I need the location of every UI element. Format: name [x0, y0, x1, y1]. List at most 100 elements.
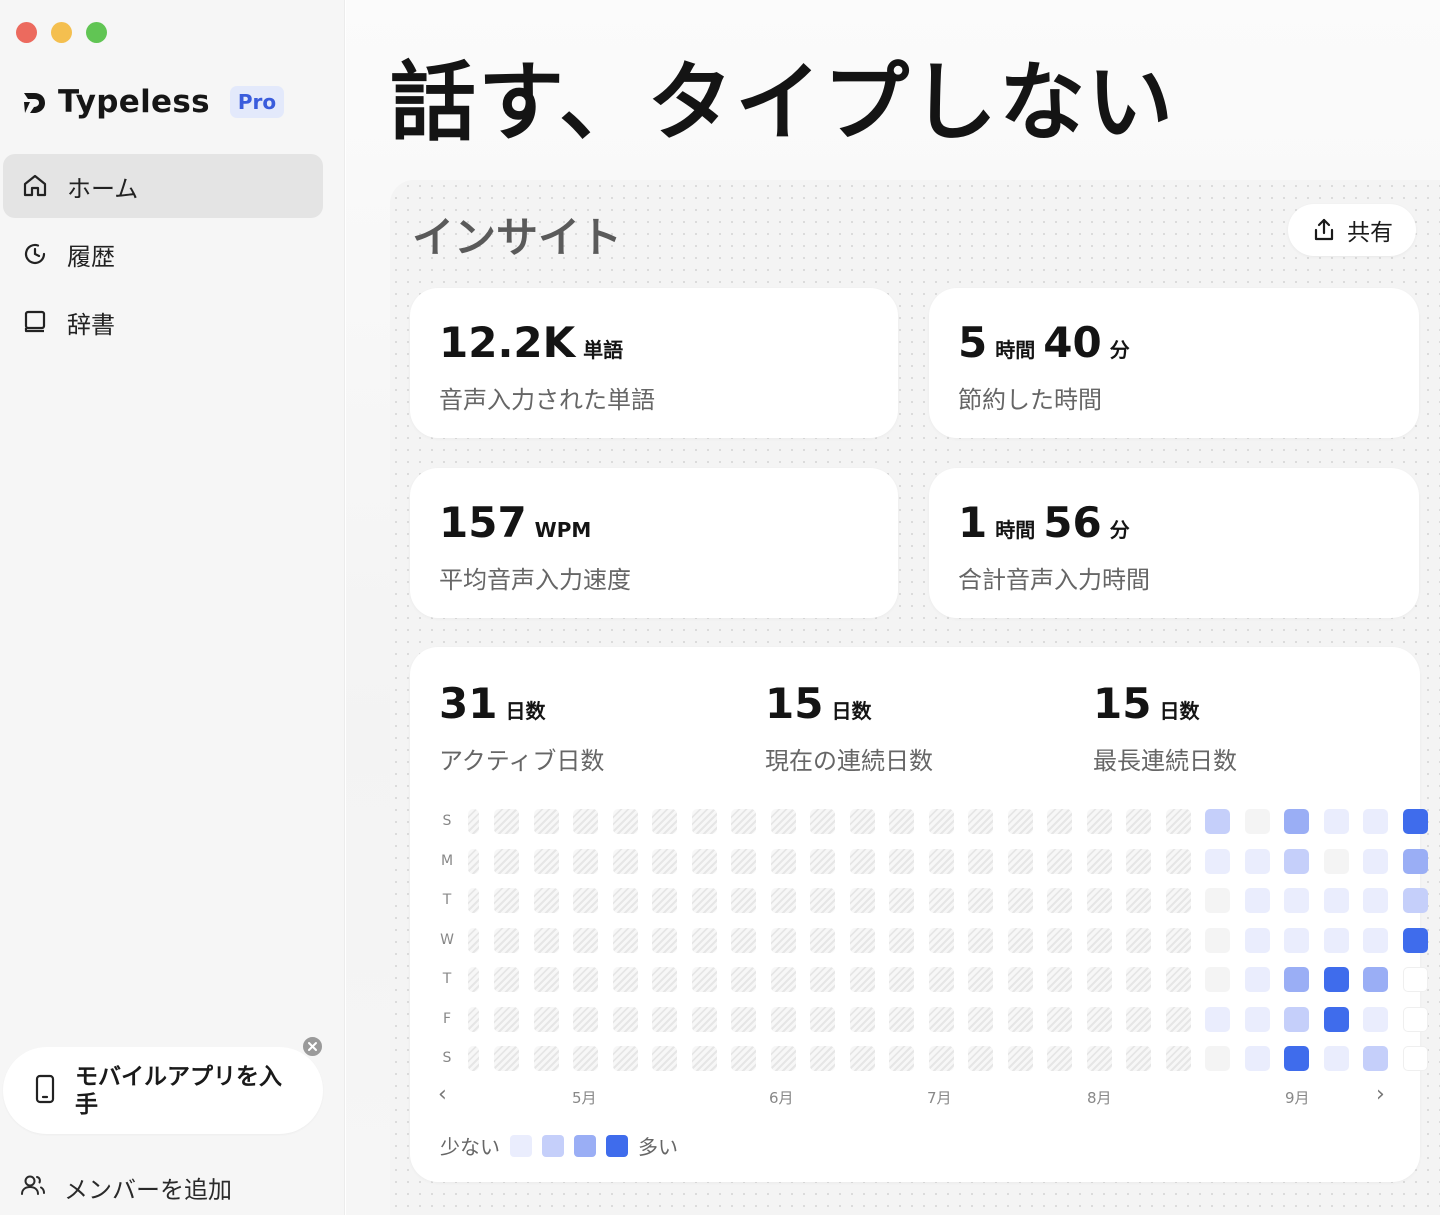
heatmap-cell-empty [968, 809, 993, 834]
stat-unit: 日数 [831, 699, 872, 723]
close-icon [308, 1042, 317, 1051]
heatmap-cell-empty [1007, 927, 1033, 953]
heatmap-cell-empty [573, 927, 598, 953]
heatmap-cell[interactable] [1323, 809, 1349, 834]
sidebar-item-dictionary[interactable]: 辞書 [3, 290, 323, 354]
heatmap-cell-empty [1047, 848, 1072, 874]
heatmap-cell[interactable] [1284, 888, 1309, 913]
minimize-window-button[interactable] [51, 22, 72, 43]
heatmap-cell-empty [612, 1006, 638, 1032]
heatmap-cell[interactable] [1402, 1046, 1428, 1071]
heatmap-cell[interactable] [1244, 888, 1270, 913]
heatmap-cell-empty [889, 1046, 914, 1071]
heatmap-cell[interactable] [1244, 848, 1270, 874]
dictionary-icon [21, 308, 49, 336]
heatmap-cell[interactable] [1244, 809, 1270, 834]
heatmap-cell[interactable] [1363, 1046, 1388, 1071]
heatmap-cell[interactable] [1402, 927, 1428, 953]
heatmap-cell[interactable] [1244, 1046, 1270, 1071]
heatmap-next-button[interactable]: › [1376, 1082, 1385, 1107]
share-button[interactable]: 共有 [1288, 204, 1416, 256]
stat-unit: WPM [534, 518, 592, 542]
heatmap-cell-empty [612, 1046, 638, 1071]
legend-swatch [510, 1134, 532, 1157]
heatmap-cell-empty [928, 1006, 954, 1032]
brand-name: Typeless [58, 84, 210, 120]
heatmap-cell-empty [731, 888, 756, 913]
heatmap-cell-empty [1047, 967, 1072, 992]
heatmap-cell[interactable] [1205, 888, 1230, 913]
heatmap-cell[interactable] [1323, 848, 1349, 874]
heatmap-cell[interactable] [1205, 1006, 1230, 1032]
heatmap-cell[interactable] [1284, 1046, 1309, 1071]
heatmap-cell[interactable] [1323, 927, 1349, 953]
streak-current: 15 日数 [765, 679, 871, 728]
heatmap-cell[interactable] [1284, 809, 1309, 834]
heatmap-cell[interactable] [1284, 1006, 1309, 1032]
heatmap-cell[interactable] [1244, 927, 1270, 953]
heatmap-cell-empty [1165, 967, 1191, 992]
stat-number: 31 [439, 679, 498, 728]
streak-active-days: 31 日数 [439, 679, 545, 728]
close-window-button[interactable] [16, 22, 37, 43]
heatmap-cell-empty [1165, 1046, 1191, 1071]
sidebar: Typeless Pro ホーム 履歴 辞書 モバイルアプリを入手 メンバーを追… [0, 0, 345, 1215]
heatmap-cell[interactable] [1363, 967, 1388, 992]
heatmap-cell[interactable] [1363, 927, 1388, 953]
heatmap-cell[interactable] [1402, 888, 1428, 913]
heatmap-cell[interactable] [1205, 809, 1230, 834]
heatmap-cell[interactable] [1244, 1006, 1270, 1032]
heatmap-cell[interactable] [1244, 967, 1270, 992]
sidebar-item-history[interactable]: 履歴 [3, 222, 323, 286]
heatmap-cell-empty [1007, 848, 1033, 874]
heatmap-cell-empty [731, 1006, 756, 1032]
main-content: 話す、タイプしない インサイト 共有 12.2K 単語 音声入力された単語 5 … [346, 0, 1440, 1215]
add-member-button[interactable]: メンバーを追加 [20, 1170, 232, 1205]
heatmap-cell-empty [810, 967, 835, 992]
page-title: 話す、タイプしない [390, 53, 1176, 153]
heatmap-cell[interactable] [1284, 848, 1309, 874]
heatmap-cell[interactable] [1323, 1006, 1349, 1032]
heatmap-cell-empty [494, 927, 519, 953]
add-member-label: メンバーを追加 [64, 1176, 232, 1204]
heatmap-cell-empty [849, 848, 875, 874]
heatmap-cell[interactable] [1284, 927, 1309, 953]
heatmap-cell[interactable] [1402, 848, 1428, 874]
heatmap-prev-button[interactable]: ‹ [438, 1082, 447, 1107]
heatmap-cell[interactable] [1402, 1006, 1428, 1032]
heatmap-cell[interactable] [1402, 967, 1428, 992]
stat-label: 合計音声入力時間 [958, 566, 1150, 594]
heatmap-cell[interactable] [1205, 927, 1230, 953]
streak-longest: 15 日数 [1093, 679, 1199, 728]
stat-value: 12.2K 単語 [439, 318, 623, 367]
promo-close-button[interactable] [301, 1035, 324, 1058]
stat-value: 157 WPM [439, 498, 591, 547]
zoom-window-button[interactable] [86, 22, 107, 43]
heatmap-cell-empty [810, 1006, 835, 1032]
sidebar-nav: ホーム 履歴 辞書 [3, 154, 323, 358]
heatmap-cell-empty [573, 809, 598, 834]
heatmap-cell[interactable] [1363, 848, 1388, 874]
heatmap-cell-empty [652, 927, 677, 953]
heatmap-day-label: T [442, 892, 452, 908]
heatmap-cell-empty [612, 848, 638, 874]
heatmap-cell-empty [533, 848, 559, 874]
stat-number: 40 [1043, 318, 1102, 367]
sidebar-item-home[interactable]: ホーム [3, 154, 323, 218]
heatmap-cell[interactable] [1323, 888, 1349, 913]
heatmap-cell-empty [810, 848, 835, 874]
heatmap-cell[interactable] [1205, 967, 1230, 992]
heatmap-cell[interactable] [1363, 809, 1388, 834]
heatmap-cell[interactable] [1205, 1046, 1230, 1071]
mobile-app-promo[interactable]: モバイルアプリを入手 [3, 1047, 323, 1134]
heatmap-cell[interactable] [1284, 967, 1309, 992]
heatmap-cell-empty [468, 809, 479, 834]
heatmap-cell[interactable] [1402, 809, 1428, 834]
heatmap-cell[interactable] [1363, 888, 1388, 913]
heatmap-cell[interactable] [1323, 1046, 1349, 1071]
heatmap-cell[interactable] [1205, 848, 1230, 874]
history-icon [21, 240, 49, 268]
heatmap-cell[interactable] [1323, 967, 1349, 992]
heatmap-cell-empty [612, 927, 638, 953]
heatmap-cell[interactable] [1363, 1006, 1388, 1032]
